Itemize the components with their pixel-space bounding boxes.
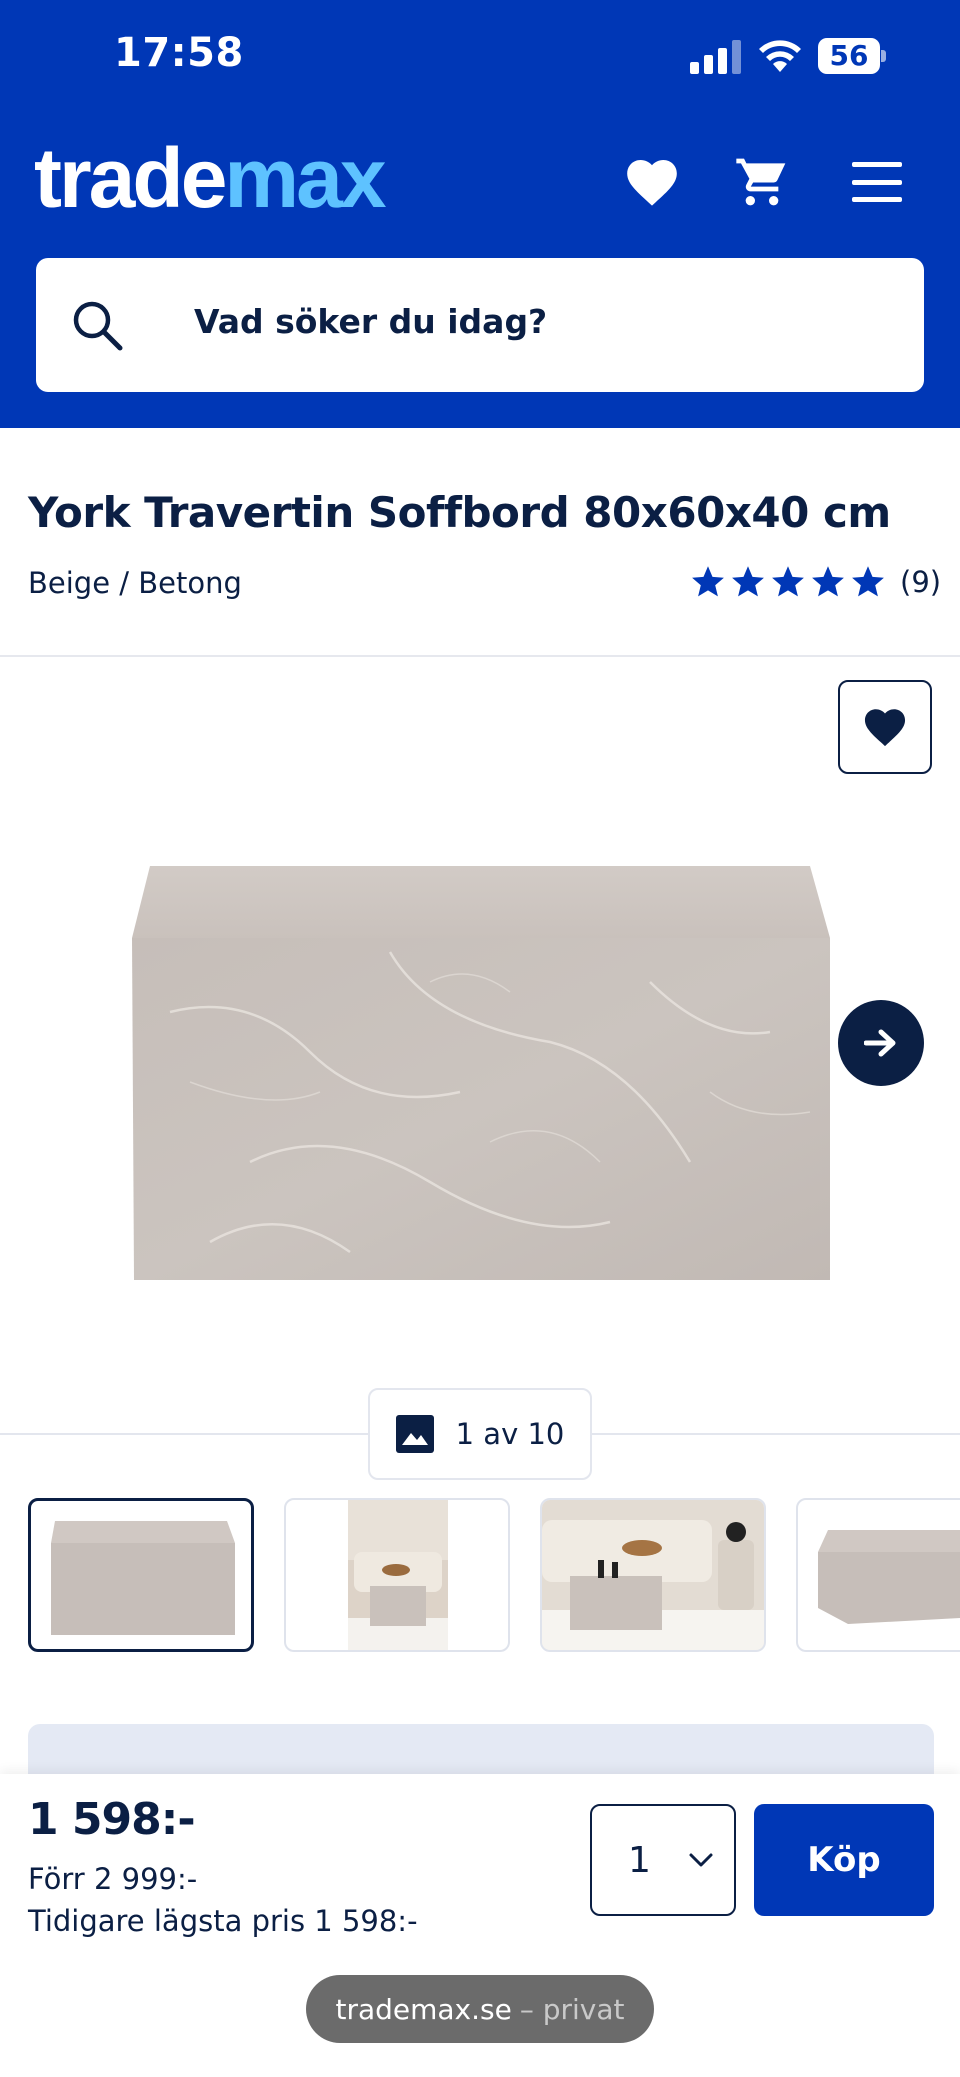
review-count: (9) bbox=[900, 565, 942, 599]
image-icon bbox=[395, 1415, 434, 1453]
search-icon bbox=[73, 301, 123, 351]
quantity-value: 1 bbox=[628, 1839, 651, 1881]
wifi-icon bbox=[759, 40, 801, 72]
arrow-right-icon bbox=[864, 1029, 896, 1057]
menu-icon bbox=[852, 162, 902, 202]
image-counter-text: 1 av 10 bbox=[455, 1417, 565, 1451]
star-icon bbox=[772, 566, 804, 597]
thumbnail-1[interactable] bbox=[28, 1498, 254, 1652]
trademax-logo[interactable]: trademax bbox=[34, 136, 387, 220]
thumbnail-image bbox=[818, 1530, 960, 1624]
product-rating[interactable]: (9) bbox=[690, 562, 941, 602]
cart-icon bbox=[736, 158, 786, 206]
logo-max: max bbox=[224, 131, 386, 225]
thumbnail-image bbox=[542, 1500, 764, 1650]
status-time: 17:58 bbox=[114, 30, 244, 76]
thumbnail-image bbox=[51, 1521, 235, 1635]
add-to-favorites-button[interactable] bbox=[838, 680, 932, 774]
product-variant: Beige / Betong bbox=[28, 566, 242, 600]
browser-mode: – privat bbox=[519, 1992, 625, 2026]
signal-icon bbox=[690, 40, 742, 74]
search-placeholder: Vad söker du idag? bbox=[194, 302, 548, 341]
current-price: 1 598:- bbox=[28, 1794, 196, 1845]
next-image-button[interactable] bbox=[838, 1000, 924, 1086]
star-icon bbox=[852, 566, 884, 597]
star-icon bbox=[692, 566, 724, 597]
thumbnail-image bbox=[348, 1500, 448, 1650]
quantity-select[interactable]: 1 bbox=[590, 1804, 736, 1916]
thumbnail-2[interactable] bbox=[284, 1498, 510, 1652]
thumbnail-strip bbox=[28, 1498, 960, 1654]
browser-url-pill[interactable]: trademax.se – privat bbox=[306, 1975, 654, 2043]
heart-icon bbox=[627, 160, 677, 206]
favorites-button[interactable] bbox=[620, 150, 684, 214]
thumbnail-3[interactable] bbox=[540, 1498, 766, 1652]
search-input[interactable]: Vad söker du idag? bbox=[36, 258, 924, 392]
status-bar: 17:58 56 bbox=[0, 0, 960, 110]
heart-icon bbox=[864, 709, 906, 747]
product-main-image[interactable] bbox=[130, 862, 830, 1280]
thumbnail-4[interactable] bbox=[796, 1498, 960, 1652]
site-header: 17:58 56 trademax Vad söker du idag? bbox=[0, 0, 960, 428]
logo-trade: trade bbox=[34, 131, 227, 225]
chevron-down-icon bbox=[689, 1853, 713, 1867]
menu-button[interactable] bbox=[845, 150, 909, 214]
product-title: York Travertin Soffbord 80x60x40 cm bbox=[28, 488, 891, 537]
browser-domain: trademax.se bbox=[335, 1992, 512, 2026]
divider bbox=[0, 655, 960, 657]
buy-button[interactable]: Köp bbox=[754, 1804, 934, 1916]
battery-icon: 56 bbox=[818, 38, 886, 74]
rating-stars bbox=[690, 564, 886, 600]
previous-price: Förr 2 999:- bbox=[28, 1862, 198, 1896]
star-icon bbox=[732, 566, 764, 597]
cart-button[interactable] bbox=[730, 150, 794, 214]
battery-level: 56 bbox=[829, 39, 869, 72]
lowest-price: Tidigare lägsta pris 1 598:- bbox=[28, 1904, 418, 1938]
star-icon bbox=[812, 566, 844, 597]
image-counter[interactable]: 1 av 10 bbox=[368, 1388, 592, 1480]
